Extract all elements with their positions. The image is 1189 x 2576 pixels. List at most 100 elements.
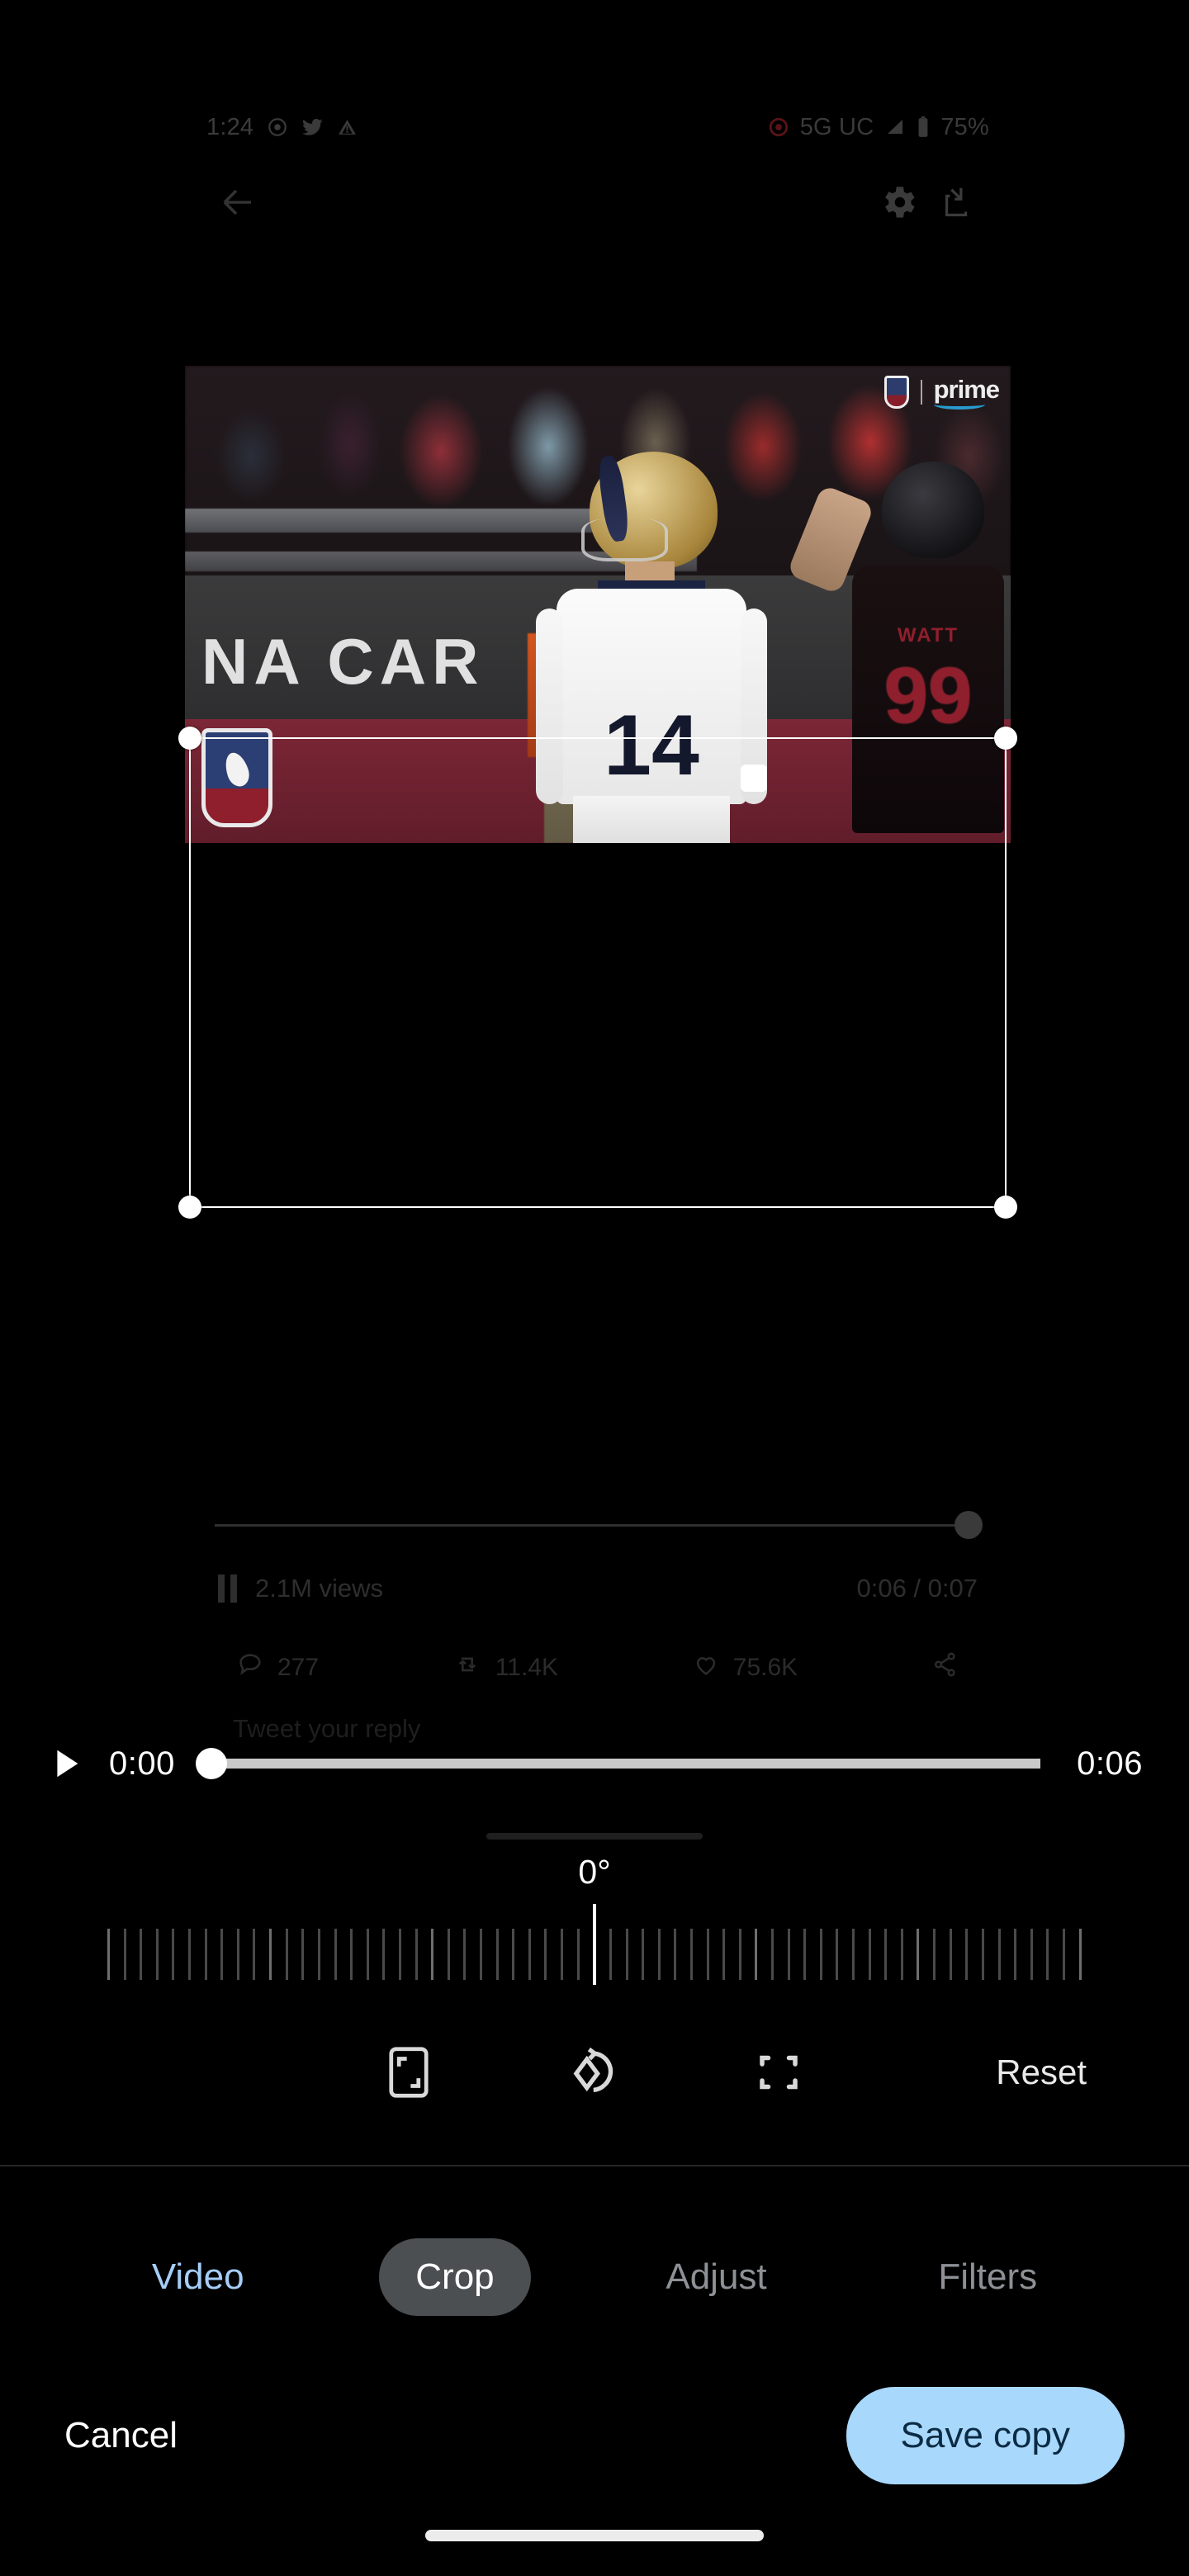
rotation-tick (544, 1929, 547, 1980)
tab-video[interactable]: Video (116, 2238, 281, 2316)
source-progress-knob (955, 1511, 983, 1539)
facemask (581, 518, 668, 561)
source-progress-track (215, 1524, 981, 1527)
view-count: 2.1M views (255, 1574, 384, 1603)
trim-playhead[interactable] (195, 1748, 227, 1779)
gear-icon (869, 173, 928, 232)
aspect-ratio-icon[interactable] (347, 2027, 471, 2118)
rotation-tick (706, 1929, 709, 1980)
share-action (931, 1650, 959, 1685)
prime-logo-text: prime (933, 375, 1000, 404)
tab-filters[interactable]: Filters (902, 2238, 1073, 2316)
rotation-tick (350, 1929, 353, 1980)
source-app-home-pill (486, 1833, 703, 1840)
watermark-divider (920, 380, 922, 405)
source-timecode: 0:06 / 0:07 (856, 1574, 978, 1603)
rotation-tick (561, 1929, 564, 1980)
rotation-tick (576, 1929, 580, 1980)
rotation-tick (188, 1929, 192, 1980)
open-in-app-icon (928, 173, 988, 232)
bottom-action-bar[interactable]: Cancel Save copy (0, 2361, 1189, 2510)
rotation-tick (528, 1929, 531, 1980)
rotation-tick (868, 1929, 871, 1980)
rotation-tick (642, 1929, 645, 1980)
rotation-tick (447, 1929, 450, 1980)
rotation-tick (787, 1929, 790, 1980)
rotation-tick (366, 1929, 369, 1980)
rotation-tick (997, 1929, 1001, 1980)
trim-end-time: 0:06 (1077, 1745, 1143, 1782)
broadcast-watermark: prime (883, 374, 1000, 410)
rotation-center-indicator (593, 1904, 596, 1985)
status-bar-battery-percent: 75% (940, 113, 989, 140)
left-arm (536, 608, 563, 804)
pause-icon (218, 1574, 237, 1603)
like-icon (692, 1650, 720, 1685)
reply-icon (236, 1650, 264, 1685)
defender-helmet (882, 461, 984, 558)
rotation-tick (414, 1929, 418, 1980)
tab-crop[interactable]: Crop (379, 2238, 531, 2316)
reply-count: 277 (277, 1654, 320, 1681)
rotation-tick (204, 1929, 207, 1980)
rotation-tick (382, 1929, 386, 1980)
rotation-tick (512, 1929, 515, 1980)
retweet-icon (452, 1650, 482, 1685)
play-icon[interactable] (46, 1742, 84, 1785)
reset-button[interactable]: Reset (996, 2053, 1087, 2092)
twitter-icon (301, 116, 324, 139)
rotation-tick (463, 1929, 467, 1980)
rotation-tick (301, 1929, 305, 1980)
trim-track[interactable] (195, 1748, 1041, 1779)
video-trim-scrubber[interactable]: 0:00 0:06 (0, 1724, 1189, 1803)
screen-record-icon (267, 116, 288, 138)
status-bar: 1:24 5G UC 75% (185, 104, 1011, 150)
rotation-tick (770, 1929, 774, 1980)
signal-icon (884, 117, 906, 137)
rotation-tick (949, 1929, 952, 1980)
rotation-tick (981, 1929, 984, 1980)
jersey-number: 14 (604, 698, 699, 794)
tab-adjust[interactable]: Adjust (629, 2238, 803, 2316)
rotation-dial[interactable]: 0° (0, 1853, 1189, 2001)
rotation-tick (933, 1929, 936, 1980)
auto-straighten-icon[interactable] (717, 2027, 841, 2118)
rotation-value-label: 0° (578, 1853, 611, 1891)
source-video-meta: 2.1M views 0:06 / 0:07 (185, 1564, 1011, 1613)
editor-mode-tabs[interactable]: Video Crop Adjust Filters (0, 2219, 1189, 2335)
defender-number: 99 (883, 651, 973, 741)
defender-name: WATT (897, 624, 959, 647)
nfl-shield-icon (883, 376, 909, 409)
rotation-tick (738, 1929, 741, 1980)
pants (573, 796, 730, 843)
section-divider (0, 2165, 1189, 2166)
warning-icon (337, 117, 358, 138)
crop-tools-row[interactable]: Reset (0, 2015, 1189, 2130)
rotation-tick (1014, 1929, 1017, 1980)
video-scene: NA CAR 14 WATT 99 (185, 366, 1011, 843)
trim-start-time: 0:00 (109, 1745, 175, 1782)
save-copy-button[interactable]: Save copy (846, 2387, 1125, 2484)
defender-jersey: WATT 99 (852, 565, 1004, 834)
rotation-tick (107, 1929, 110, 1980)
rotation-tick (317, 1929, 320, 1980)
rotation-tick (1046, 1929, 1049, 1980)
rotation-tick (431, 1929, 434, 1980)
like-action: 75.6K (692, 1650, 798, 1685)
rotation-tick (836, 1929, 839, 1980)
video-preview[interactable]: NA CAR 14 WATT 99 prime (185, 366, 1011, 843)
rotation-tick (495, 1929, 499, 1980)
defender-figure: WATT 99 (786, 461, 1011, 834)
rotation-tick (253, 1929, 256, 1980)
rotation-tick (609, 1929, 612, 1980)
editor-screen: 1:24 5G UC 75% NA CAR 14 WATT 99 prime 2… (0, 0, 1189, 2576)
rotation-tick (1078, 1929, 1082, 1980)
cancel-button[interactable]: Cancel (64, 2415, 178, 2456)
rotation-tick (334, 1929, 337, 1980)
captured-app-toolbar (185, 165, 1011, 239)
rotation-tick (285, 1929, 288, 1980)
nfl-wall-logo (201, 728, 272, 828)
rotate-icon[interactable] (532, 2027, 656, 2118)
system-home-indicator (425, 2530, 764, 2541)
rotation-tick (917, 1929, 920, 1980)
